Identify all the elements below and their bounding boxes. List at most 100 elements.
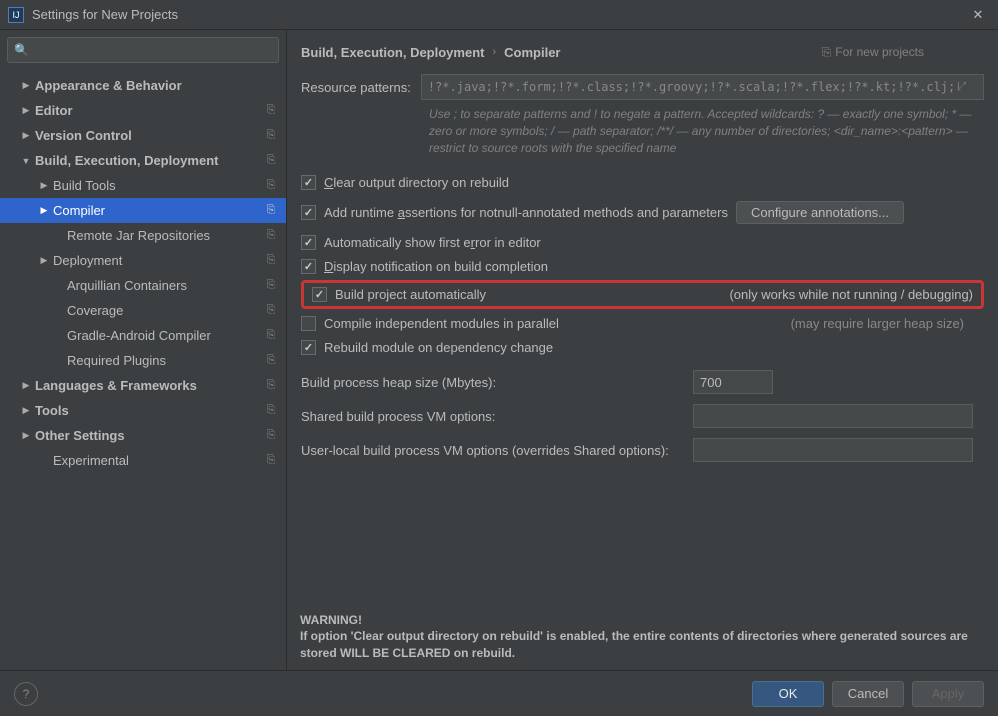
cancel-button[interactable]: Cancel: [832, 681, 904, 707]
search-icon: 🔍: [14, 43, 29, 57]
tree-item-label: Appearance & Behavior: [35, 78, 278, 93]
tree-item-label: Required Plugins: [67, 353, 264, 368]
arrow-icon: ▶: [38, 255, 50, 266]
rebuild-dep-row: Rebuild module on dependency change: [301, 335, 984, 359]
crumb-page: Compiler: [504, 45, 560, 60]
expand-icon[interactable]: ⤢: [957, 81, 966, 94]
tree-item[interactable]: ▶Build Tools⎘: [0, 173, 286, 198]
sidebar: 🔍 ▶Appearance & Behavior▶Editor⎘▶Version…: [0, 30, 287, 670]
user-row: User-local build process VM options (ove…: [301, 433, 984, 467]
settings-tree[interactable]: ▶Appearance & Behavior▶Editor⎘▶Version C…: [0, 70, 286, 670]
tree-item-label: Tools: [35, 403, 264, 418]
tree-item[interactable]: ▶Appearance & Behavior: [0, 73, 286, 98]
search-input[interactable]: [33, 43, 272, 58]
shared-input[interactable]: [693, 404, 973, 428]
tree-item-label: Remote Jar Repositories: [67, 228, 264, 243]
display-notif-checkbox[interactable]: [301, 259, 316, 274]
resource-patterns-input[interactable]: [421, 74, 984, 100]
tree-item-label: Languages & Frameworks: [35, 378, 264, 393]
tree-item[interactable]: Remote Jar Repositories⎘: [0, 223, 286, 248]
settings-search[interactable]: 🔍: [7, 37, 279, 63]
heap-label: Build process heap size (Mbytes):: [301, 375, 681, 390]
tree-item[interactable]: Experimental⎘: [0, 448, 286, 473]
tree-item-label: Editor: [35, 103, 264, 118]
titlebar: IJ Settings for New Projects ✕: [0, 0, 998, 30]
warning-body: If option 'Clear output directory on reb…: [300, 628, 978, 662]
app-icon: IJ: [8, 7, 24, 23]
display-notif-row: Display notification on build completion: [301, 254, 984, 278]
add-runtime-checkbox[interactable]: [301, 205, 316, 220]
compile-parallel-hint: (may require larger heap size): [791, 316, 964, 331]
tree-item[interactable]: Coverage⎘: [0, 298, 286, 323]
chevron-right-icon: ›: [492, 46, 496, 58]
apply-button[interactable]: Apply: [912, 681, 984, 707]
tree-item[interactable]: ▶Languages & Frameworks⎘: [0, 373, 286, 398]
compile-parallel-checkbox[interactable]: [301, 316, 316, 331]
tree-item-label: Arquillian Containers: [67, 278, 264, 293]
shared-label: Shared build process VM options:: [301, 409, 681, 424]
build-auto-hint: (only works while not running / debuggin…: [729, 287, 973, 302]
tree-item[interactable]: ▼Build, Execution, Deployment⎘: [0, 148, 286, 173]
rebuild-dep-checkbox[interactable]: [301, 340, 316, 355]
tree-item-label: Deployment: [53, 253, 264, 268]
arrow-icon: ▶: [38, 180, 50, 191]
user-label: User-local build process VM options (ove…: [301, 443, 681, 458]
auto-first-row: Automatically show first error in editor: [301, 230, 984, 254]
clear-output-row: Clear output directory on rebuild: [301, 170, 984, 194]
copy-icon: ⎘: [264, 354, 278, 368]
compile-parallel-label: Compile independent modules in parallel: [324, 316, 559, 331]
user-input[interactable]: [693, 438, 973, 462]
ok-button[interactable]: OK: [752, 681, 824, 707]
tree-item[interactable]: ▶Version Control⎘: [0, 123, 286, 148]
tree-item-label: Experimental: [53, 453, 264, 468]
tree-item[interactable]: ▶Tools⎘: [0, 398, 286, 423]
tree-item-label: Coverage: [67, 303, 264, 318]
resource-help: Use ; to separate patterns and ! to nega…: [429, 106, 984, 156]
resource-label: Resource patterns:: [301, 80, 411, 95]
copy-icon: ⎘: [264, 104, 278, 118]
tree-item[interactable]: Required Plugins⎘: [0, 348, 286, 373]
tree-item[interactable]: ▶Compiler⎘: [0, 198, 286, 223]
copy-icon: ⎘: [264, 304, 278, 318]
copy-icon: ⎘: [264, 329, 278, 343]
copy-icon: ⎘: [264, 379, 278, 393]
compile-parallel-row: Compile independent modules in parallel …: [301, 311, 984, 335]
clear-output-checkbox[interactable]: [301, 175, 316, 190]
close-icon[interactable]: ✕: [966, 7, 990, 23]
warning-title: WARNING!: [300, 612, 978, 629]
tree-item[interactable]: ▶Deployment⎘: [0, 248, 286, 273]
add-runtime-label: Add runtime assertions for notnull-annot…: [324, 205, 728, 220]
tree-item[interactable]: ▶Other Settings⎘: [0, 423, 286, 448]
copy-icon: ⎘: [264, 204, 278, 218]
copy-icon: ⎘: [264, 129, 278, 143]
clear-output-label: Clear output directory on rebuild: [324, 175, 509, 190]
tree-item-label: Other Settings: [35, 428, 264, 443]
add-runtime-row: Add runtime assertions for notnull-annot…: [301, 200, 984, 224]
window-title: Settings for New Projects: [32, 7, 966, 22]
tree-item[interactable]: ▶Editor⎘: [0, 98, 286, 123]
tree-item[interactable]: Arquillian Containers⎘: [0, 273, 286, 298]
shared-row: Shared build process VM options:: [301, 399, 984, 433]
arrow-icon: ▶: [20, 105, 32, 116]
configure-annotations-button[interactable]: Configure annotations...: [736, 201, 904, 224]
arrow-icon: ▶: [20, 380, 32, 391]
copy-icon: ⎘: [264, 429, 278, 443]
warning: WARNING! If option 'Clear output directo…: [300, 612, 978, 662]
heap-input[interactable]: [693, 370, 773, 394]
arrow-icon: ▶: [20, 405, 32, 416]
arrow-icon: ▶: [20, 130, 32, 141]
help-button[interactable]: ?: [14, 682, 38, 706]
copy-icon: ⎘: [822, 45, 832, 60]
resource-patterns-row: Resource patterns: ⤢: [301, 74, 984, 100]
heap-row: Build process heap size (Mbytes):: [301, 365, 984, 399]
tree-item-label: Gradle-Android Compiler: [67, 328, 264, 343]
footer: ? OK Cancel Apply: [0, 670, 998, 716]
tree-item-label: Build, Execution, Deployment: [35, 153, 264, 168]
tree-item[interactable]: Gradle-Android Compiler⎘: [0, 323, 286, 348]
copy-icon: ⎘: [264, 404, 278, 418]
build-auto-checkbox[interactable]: [312, 287, 327, 302]
auto-first-checkbox[interactable]: [301, 235, 316, 250]
breadcrumb: Build, Execution, Deployment › Compiler …: [301, 30, 984, 74]
copy-icon: ⎘: [264, 229, 278, 243]
arrow-icon: ▶: [38, 205, 50, 216]
